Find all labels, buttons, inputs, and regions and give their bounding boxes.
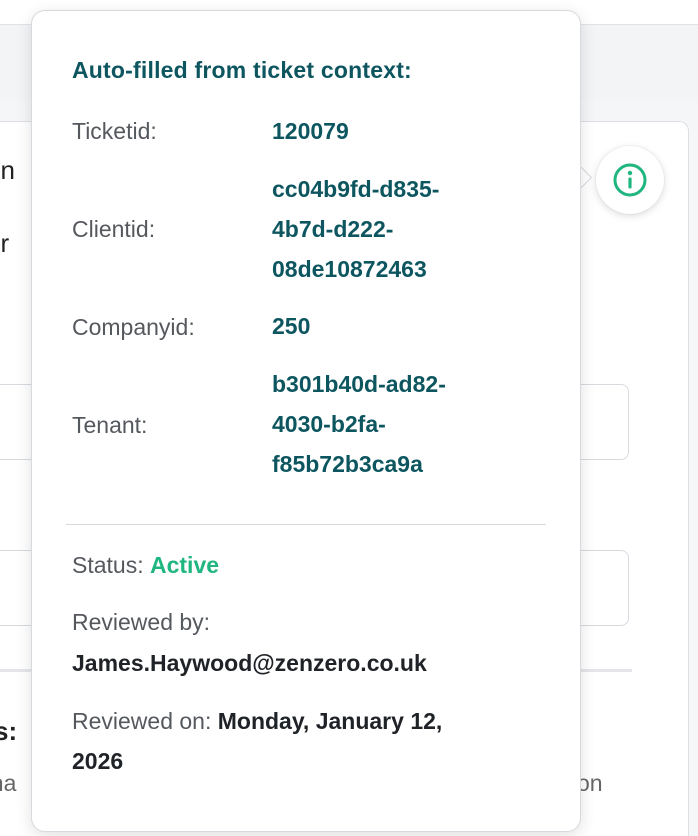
tenant-label: Tenant: (72, 412, 148, 438)
clientid-value-line: 4b7d-d222- (272, 216, 394, 242)
reviewed-by-value: James.Haywood@zenzero.co.uk (72, 650, 427, 676)
reviewed-on-label: Reviewed on: (72, 708, 212, 734)
clientid-value-line: cc04b9fd-d835- (272, 176, 440, 202)
status-label: Status: (72, 552, 144, 578)
ticketid-label: Ticketid: (72, 118, 157, 144)
reviewed-by-label: Reviewed by: (72, 609, 211, 635)
reviewed-on-row: Reviewed on: Monday, January 12, 2026 (72, 701, 552, 781)
background-text-fragment: s: (0, 716, 18, 746)
clientid-value-line: 08de10872463 (272, 256, 427, 282)
background-text-fragment: un (0, 155, 15, 185)
status-row: Status: Active (72, 552, 219, 579)
ticket-context-popover: Auto-filled from ticket context: Ticketi… (31, 10, 581, 832)
companyid-value-line: 250 (272, 313, 311, 339)
tenant-value: b301b40d-ad82- 4030-b2fa- f85b72b3ca9a (272, 364, 446, 484)
popover-divider (66, 524, 546, 525)
status-badge: Active (150, 552, 220, 578)
tenant-value-line: f85b72b3ca9a (272, 451, 423, 477)
ticketid-value: 120079 (272, 111, 349, 151)
clientid-label: Clientid: (72, 216, 156, 242)
reviewed-on-date: Monday, January 12, (217, 708, 443, 734)
tenant-value-line: 4030-b2fa- (272, 411, 386, 437)
screen: un er s: ona on Auto-filled from ticket … (0, 0, 698, 836)
companyid-label: Companyid: (72, 314, 195, 340)
companyid-value: 250 (272, 306, 310, 346)
ticketid-value-line: 120079 (272, 118, 349, 144)
info-button[interactable] (596, 146, 664, 214)
reviewed-on-date-year: 2026 (72, 748, 124, 774)
tenant-value-line: b301b40d-ad82- (272, 371, 446, 397)
reviewed-on-line: Reviewed on: Monday, January 12, (72, 701, 552, 741)
info-icon (613, 163, 647, 197)
popover-heading: Auto-filled from ticket context: (72, 57, 412, 83)
background-text-fragment: er (0, 228, 10, 258)
background-text-fragment: ona (0, 770, 17, 796)
clientid-value: cc04b9fd-d835- 4b7d-d222- 08de10872463 (272, 169, 439, 289)
